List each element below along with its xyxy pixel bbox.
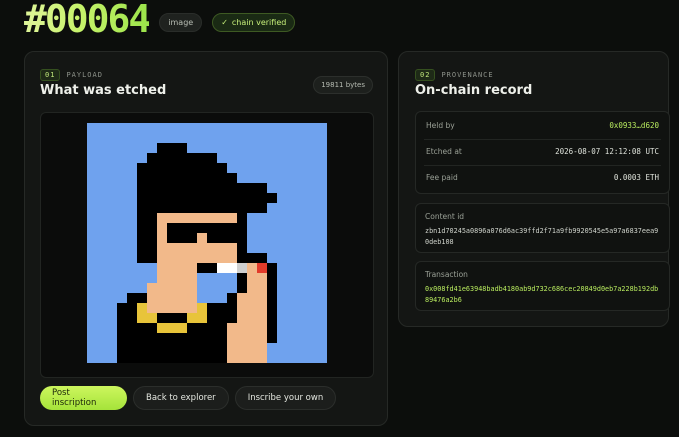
provenance-title: On-chain record (415, 83, 533, 98)
section-name: PAYLOAD (66, 71, 103, 79)
fee-row: Fee paid 0.0003 ETH (426, 173, 659, 182)
etched-at-row: Etched at 2026-08-07 12:12:08 UTC (426, 147, 659, 156)
held-by-label: Held by (426, 121, 455, 130)
pixel-art-image (87, 123, 327, 363)
section-number: 01 (40, 69, 61, 81)
payload-title: What was etched (40, 83, 167, 98)
fee-label: Fee paid (426, 173, 458, 182)
back-to-explorer-button[interactable]: Back to explorer (133, 386, 229, 410)
verified-label: chain verified (231, 17, 287, 27)
divider (424, 165, 661, 166)
verified-badge: ✓ chain verified (212, 12, 296, 32)
payload-section-label: 01 PAYLOAD (40, 69, 103, 81)
content-id-value: zbn1d70245a0896a076d6ac39ffd2f71a9fb9920… (425, 227, 659, 246)
payload-card: 01 PAYLOAD What was etched 19811 bytes P… (24, 51, 388, 426)
section-number: 02 (415, 69, 436, 81)
etched-at-value: 2026-08-07 12:12:08 UTC (555, 147, 659, 156)
divider (424, 139, 661, 140)
transaction-label: Transaction (425, 270, 468, 279)
held-by-address[interactable]: 0x0933…d620 (609, 121, 659, 130)
record-details: Held by 0x0933…d620 Etched at 2026-08-07… (415, 111, 670, 194)
fee-value: 0.0003 ETH (613, 173, 659, 182)
header: #00064 image ✓ chain verified (24, 0, 296, 44)
transaction-hash-link[interactable]: 0x008fd41e63948badb4180ab9d732c686cec208… (425, 284, 660, 306)
inscribe-your-own-button[interactable]: Inscribe your own (234, 386, 337, 410)
section-name: PROVENANCE (441, 71, 494, 79)
check-icon: ✓ (221, 17, 228, 27)
artwork-frame (40, 112, 374, 378)
transaction-box: Transaction 0x008fd41e63948badb4180ab9d7… (415, 261, 670, 311)
content-id-box: Content id zbn1d70245a0896a076d6ac39ffd2… (415, 203, 670, 253)
provenance-section-label: 02 PROVENANCE (415, 69, 494, 81)
provenance-card: 02 PROVENANCE On-chain record Held by 0x… (398, 51, 670, 327)
held-by-row: Held by 0x0933…d620 (426, 121, 659, 130)
content-id-label: Content id (425, 212, 465, 221)
inscription-id: #00064 (24, 0, 151, 41)
type-badge: image (159, 12, 203, 32)
size-badge: 19811 bytes (313, 76, 373, 94)
action-buttons: Post inscription Back to explorer Inscri… (40, 386, 337, 410)
etched-at-label: Etched at (426, 147, 462, 156)
post-inscription-button[interactable]: Post inscription (40, 386, 127, 410)
